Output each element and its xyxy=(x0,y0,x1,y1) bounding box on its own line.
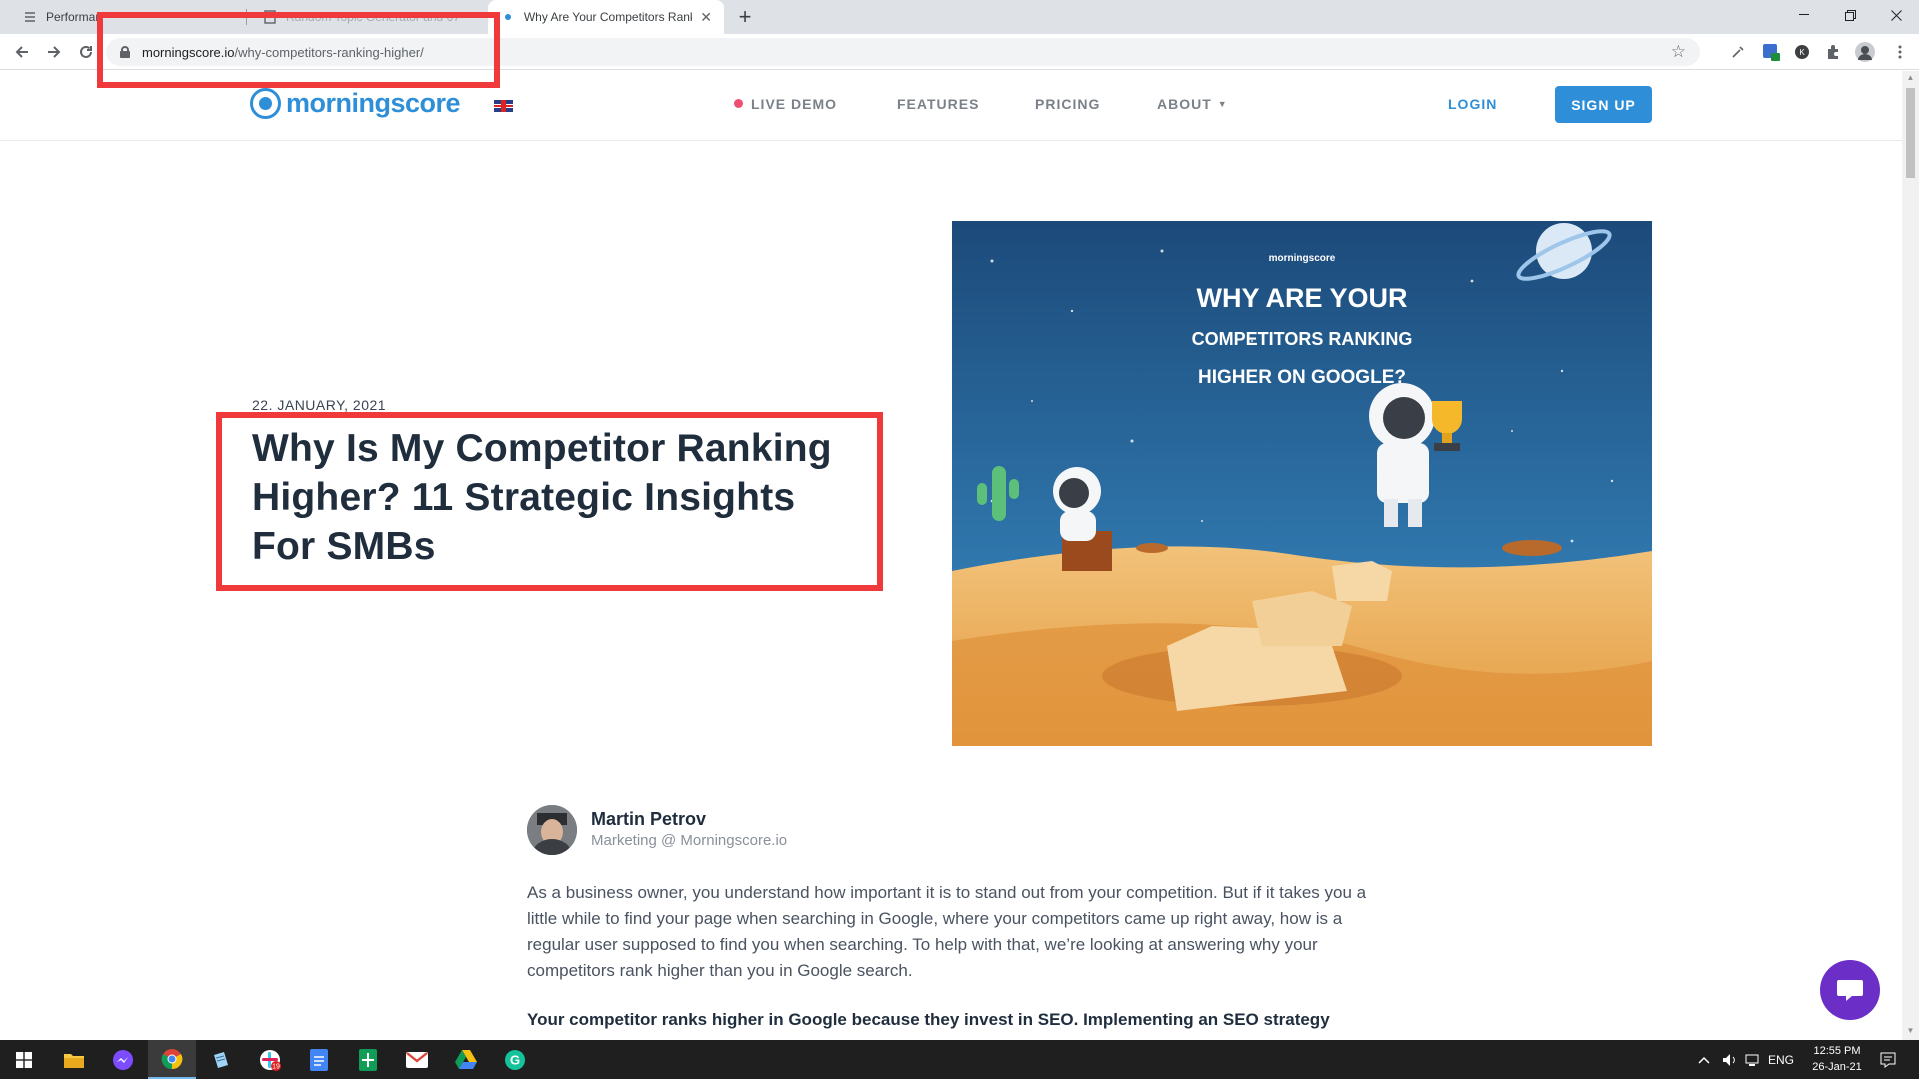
close-window-button[interactable] xyxy=(1873,0,1919,30)
caret-down-icon: ▼ xyxy=(1217,99,1228,109)
network-icon[interactable] xyxy=(1745,1040,1761,1079)
bold-paragraph: Your competitor ranks higher in Google b… xyxy=(527,1010,1330,1029)
windows-start-button[interactable] xyxy=(0,1040,48,1079)
hero-illustration: morningscore WHY ARE YOUR COMPETITORS RA… xyxy=(952,221,1652,746)
url-path: /why-competitors-ranking-higher/ xyxy=(234,44,424,60)
svg-text:G: G xyxy=(510,1052,520,1067)
tray-chevron-icon[interactable] xyxy=(1698,1040,1710,1079)
morningscore-logo[interactable]: morningscore xyxy=(250,88,461,119)
forward-button[interactable] xyxy=(42,40,66,64)
puzzle-extensions-icon[interactable] xyxy=(1823,42,1843,62)
profile-avatar-icon[interactable] xyxy=(1855,42,1875,62)
google-docs-icon[interactable] xyxy=(295,1040,343,1079)
back-button[interactable] xyxy=(10,40,34,64)
bookmark-star-icon[interactable]: ☆ xyxy=(1671,42,1686,62)
document-tab-icon xyxy=(262,9,278,25)
slack-badge-count: 19 xyxy=(272,1063,280,1070)
logo-text: morningscore xyxy=(286,88,461,118)
gmail-icon[interactable] xyxy=(393,1040,441,1079)
extension-badge-icon[interactable] xyxy=(1761,42,1781,62)
chat-widget-button[interactable] xyxy=(1820,960,1880,1020)
login-link[interactable]: LOGIN xyxy=(1448,96,1497,112)
clock-date: 26-Jan-21 xyxy=(1812,1061,1862,1073)
nav-live-demo[interactable]: LIVE DEMO xyxy=(734,96,837,112)
restore-button[interactable] xyxy=(1827,0,1873,30)
windows-taskbar: 19 G ENG 12:55 PM 26-Jan-21 xyxy=(0,1040,1919,1079)
morningscore-logo-icon xyxy=(250,88,281,119)
uk-flag-icon[interactable] xyxy=(494,100,513,112)
reload-button[interactable] xyxy=(74,40,98,64)
new-tab-button[interactable]: + xyxy=(733,4,757,29)
tab-random-topic[interactable]: Random Topic Generator and 67 xyxy=(250,0,485,34)
slack-icon[interactable]: 19 xyxy=(246,1040,294,1079)
author-avatar xyxy=(527,805,577,855)
nav-about-label: ABOUT xyxy=(1157,96,1212,112)
tab-separator xyxy=(246,9,247,25)
intro-paragraph: As a business owner, you understand how … xyxy=(527,883,1367,980)
clock-time: 12:55 PM xyxy=(1813,1045,1861,1057)
svg-text:K: K xyxy=(1799,48,1805,57)
author-role: Marketing @ Morningscore.io xyxy=(591,832,788,849)
scroll-up-icon[interactable]: ▲ xyxy=(1906,73,1915,82)
url-host: morningscore.io xyxy=(142,44,235,60)
author-name[interactable]: Martin Petrov xyxy=(591,809,706,830)
site-header: morningscore LIVE DEMO FEATURES PRICING … xyxy=(0,71,1902,141)
google-drive-icon[interactable] xyxy=(442,1040,490,1079)
minimize-button[interactable] xyxy=(1781,0,1827,30)
nav-about[interactable]: ABOUT ▼ xyxy=(1157,96,1228,112)
volume-icon[interactable] xyxy=(1722,1040,1738,1079)
nav-features[interactable]: FEATURES xyxy=(897,96,979,112)
hero-brand: morningscore xyxy=(1269,253,1336,264)
nav-live-demo-label: LIVE DEMO xyxy=(751,96,838,112)
back-arrow-icon xyxy=(15,46,28,58)
windows-logo-icon xyxy=(16,1051,32,1068)
account-extension-icon[interactable]: K xyxy=(1792,42,1812,62)
notepad-icon[interactable] xyxy=(197,1040,245,1079)
tab-strip: Performan Random Topic Generator and 67 … xyxy=(0,0,1919,34)
browser-toolbar: morningscore.io/why-competitors-ranking-… xyxy=(0,34,1919,70)
tab-label: Random Topic Generator and 67 xyxy=(286,10,460,24)
notifications-icon[interactable] xyxy=(1880,1040,1896,1079)
eyedropper-extension-icon[interactable] xyxy=(1728,42,1748,62)
chrome-taskbar-icon[interactable] xyxy=(148,1040,196,1079)
hero-line3: HIGHER ON GOOGLE? xyxy=(1198,367,1406,388)
tab-label: Why Are Your Competitors Rank xyxy=(523,10,693,24)
tab-competitors[interactable]: Why Are Your Competitors Rank ✕ xyxy=(488,0,724,34)
live-dot-icon xyxy=(734,99,743,108)
forward-arrow-icon xyxy=(48,46,61,58)
signup-button[interactable]: SIGN UP xyxy=(1555,86,1652,123)
post-title: Why Is My Competitor Ranking Higher? 11 … xyxy=(252,427,832,568)
post-date: 22. JANUARY, 2021 xyxy=(252,397,387,413)
address-bar[interactable]: morningscore.io/why-competitors-ranking-… xyxy=(106,38,1700,66)
loading-tab-icon xyxy=(500,9,516,25)
tab-label: Performan xyxy=(46,10,103,24)
grammarly-icon[interactable]: G xyxy=(491,1040,539,1079)
reload-icon xyxy=(80,45,92,58)
nav-pricing[interactable]: PRICING xyxy=(1035,96,1100,112)
hero-line2: COMPETITORS RANKING xyxy=(1192,329,1413,349)
close-tab-icon[interactable]: ✕ xyxy=(700,9,712,26)
page-scrollbar[interactable]: ▲ ▼ xyxy=(1902,71,1919,1040)
hero-line1: WHY ARE YOUR xyxy=(1196,283,1407,313)
lock-icon xyxy=(120,46,130,58)
chrome-menu-icon[interactable] xyxy=(1890,42,1910,62)
language-indicator[interactable]: ENG xyxy=(1768,1040,1794,1079)
chat-bubble-icon xyxy=(1837,980,1863,1001)
url-text: morningscore.io/why-competitors-ranking-… xyxy=(142,45,424,60)
google-sheets-icon[interactable] xyxy=(344,1040,392,1079)
tab-performance[interactable]: Performan xyxy=(10,0,245,34)
performance-tab-icon xyxy=(22,9,38,25)
file-explorer-icon[interactable] xyxy=(50,1040,98,1079)
scroll-down-icon[interactable]: ▼ xyxy=(1906,1026,1915,1035)
taskbar-clock[interactable]: 12:55 PM 26-Jan-21 xyxy=(1797,1043,1877,1075)
scroll-thumb[interactable] xyxy=(1906,88,1915,178)
messenger-icon[interactable] xyxy=(99,1040,147,1079)
